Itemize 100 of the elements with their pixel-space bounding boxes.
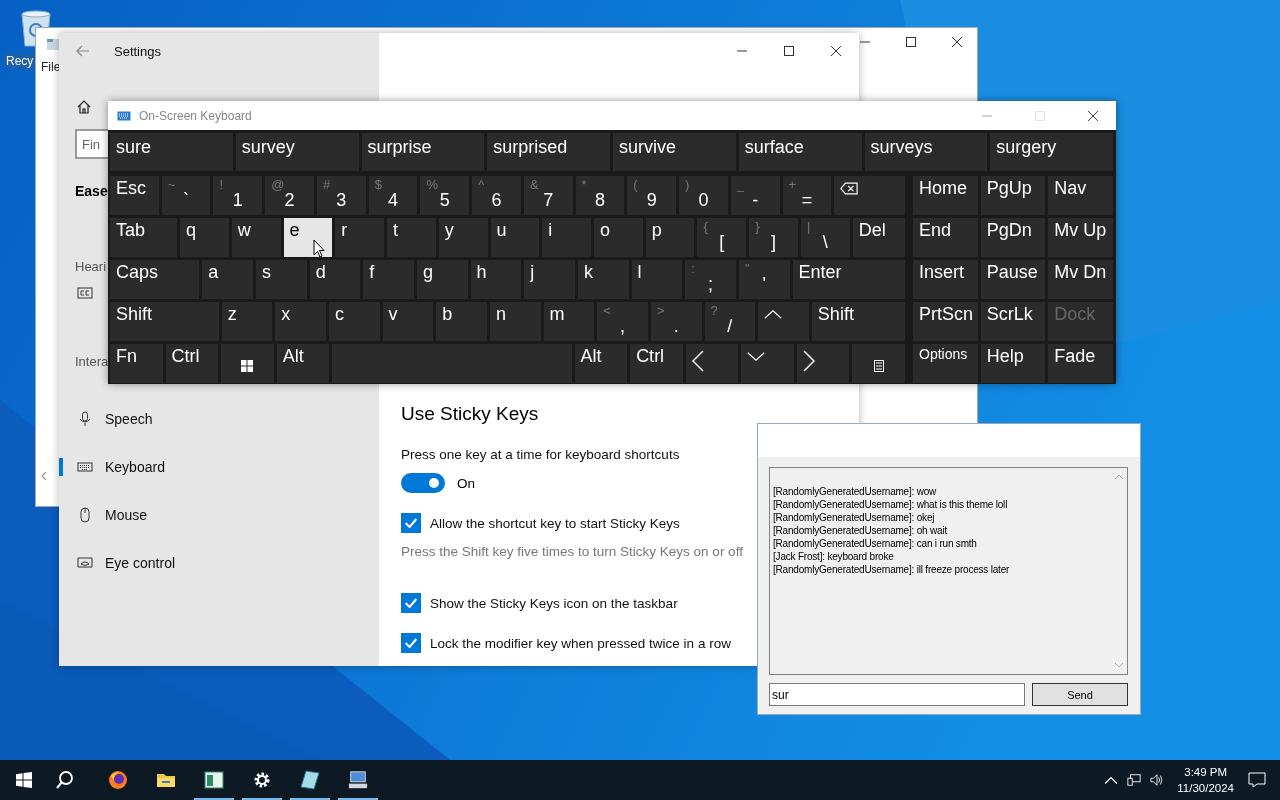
start-button-icon[interactable]	[16, 772, 32, 788]
key[interactable]	[834, 176, 906, 215]
maximize-icon[interactable]	[905, 36, 917, 48]
close-icon[interactable]	[951, 36, 963, 48]
word-suggestion[interactable]: surprised	[487, 133, 610, 171]
key[interactable]: b	[436, 302, 487, 341]
word-suggestion[interactable]: survive	[613, 133, 736, 171]
close-icon[interactable]	[830, 45, 842, 57]
key[interactable]: Insert	[913, 260, 978, 299]
key[interactable]: " '	[738, 260, 790, 299]
key[interactable]: z	[221, 302, 273, 341]
word-suggestion[interactable]: surface	[738, 133, 862, 171]
key[interactable]: s	[255, 260, 307, 299]
toggle-switch[interactable]	[401, 473, 445, 493]
key[interactable]: ^ 6	[472, 176, 521, 215]
word-suggestion[interactable]: surgery	[990, 133, 1113, 171]
key[interactable]: < ,	[597, 302, 648, 341]
key[interactable]: p	[645, 218, 695, 257]
key[interactable]: q	[180, 218, 229, 257]
key[interactable]: Alt	[574, 344, 628, 383]
key[interactable]: Nav	[1048, 176, 1113, 215]
key[interactable]: l	[631, 260, 683, 299]
key[interactable]: Tab	[110, 218, 178, 257]
key[interactable]: > .	[650, 302, 702, 341]
key[interactable]: g	[416, 260, 468, 299]
notification-icon[interactable]	[1248, 772, 1266, 788]
checkbox[interactable]	[401, 513, 421, 533]
key[interactable]: ( 9	[627, 176, 677, 215]
key[interactable]: { [	[697, 218, 747, 257]
key[interactable]: Mv Dn	[1048, 260, 1113, 299]
key[interactable]: d	[309, 260, 361, 299]
key[interactable]: ScrLk	[980, 302, 1046, 341]
clock-date[interactable]: 11/30/2024	[1177, 780, 1234, 796]
key[interactable]: Home	[913, 176, 978, 215]
checkbox[interactable]	[401, 633, 421, 653]
key[interactable]: w	[231, 218, 281, 257]
key[interactable]: : ;	[685, 260, 736, 299]
key[interactable]: $ 4	[368, 176, 418, 215]
key[interactable]: n	[489, 302, 541, 341]
key[interactable]: Ctrl	[165, 344, 219, 383]
key[interactable]: i	[542, 218, 591, 257]
key[interactable]: a	[202, 260, 253, 299]
key[interactable]: v	[382, 302, 434, 341]
key[interactable]: j	[524, 260, 575, 299]
key[interactable]: ) 0	[679, 176, 728, 215]
key[interactable]: y	[438, 218, 488, 257]
maximize-icon[interactable]	[783, 45, 795, 57]
key[interactable]: & 7	[523, 176, 573, 215]
key[interactable]	[685, 344, 739, 383]
key[interactable]: ! 1	[213, 176, 263, 215]
key[interactable]: Fn	[110, 344, 163, 383]
key[interactable]: PrtScn	[913, 302, 978, 341]
key[interactable]: # 3	[316, 176, 366, 215]
send-button[interactable]: Send	[1032, 683, 1128, 706]
scroll-left-icon[interactable]	[40, 471, 48, 481]
key[interactable]: * 8	[575, 176, 625, 215]
back-arrow-icon[interactable]	[76, 45, 90, 57]
word-suggestion[interactable]: surveys	[864, 133, 988, 171]
sidebar-item[interactable]: Speech	[59, 399, 379, 439]
key[interactable]: } ]	[749, 218, 798, 257]
closed-captions-icon[interactable]	[77, 287, 93, 299]
key[interactable]: t	[387, 218, 436, 257]
key[interactable]: Shift	[811, 302, 906, 341]
key[interactable]: @ 2	[265, 176, 314, 215]
key[interactable]: ~ `	[161, 176, 211, 215]
key[interactable]: Pause	[980, 260, 1046, 299]
clock-time[interactable]: 3:49 PM	[1184, 764, 1228, 780]
key[interactable]: Help	[980, 344, 1046, 383]
key[interactable]: k	[577, 260, 629, 299]
search-icon[interactable]	[55, 770, 75, 790]
word-suggestion[interactable]: surprise	[361, 133, 485, 171]
word-suggestion[interactable]: sure	[110, 133, 233, 171]
key[interactable]: Options	[913, 344, 978, 383]
key[interactable]: Del	[852, 218, 906, 257]
key[interactable]: Mv Up	[1048, 218, 1113, 257]
key[interactable]: PgUp	[980, 176, 1046, 215]
key[interactable]: _ -	[730, 176, 780, 215]
word-suggestion[interactable]: survey	[235, 133, 359, 171]
key[interactable]: u	[490, 218, 540, 257]
key[interactable]: | \	[800, 218, 850, 257]
close-icon[interactable]	[1087, 109, 1099, 122]
search-field[interactable]: Fin	[75, 129, 108, 159]
key[interactable]: Alt	[276, 344, 330, 383]
key[interactable]: End	[913, 218, 978, 257]
key[interactable]: PgDn	[980, 218, 1046, 257]
key[interactable]: Esc	[110, 176, 159, 215]
sidebar-item[interactable]: Eye control	[59, 543, 379, 583]
message-input[interactable]: sur	[769, 683, 1025, 706]
key[interactable]: Enter	[792, 260, 906, 299]
sidebar-item[interactable]: Keyboard	[59, 447, 379, 487]
sidebar-item[interactable]: Mouse	[59, 495, 379, 535]
checkbox[interactable]	[401, 593, 421, 613]
key[interactable]	[796, 344, 850, 383]
key[interactable]: m	[543, 302, 595, 341]
key[interactable]: Fade	[1048, 344, 1113, 383]
key[interactable]	[221, 344, 274, 383]
key[interactable]: f	[363, 260, 414, 299]
key[interactable]: x	[275, 302, 326, 341]
key[interactable]: e	[283, 218, 333, 257]
home-icon[interactable]	[76, 99, 92, 115]
